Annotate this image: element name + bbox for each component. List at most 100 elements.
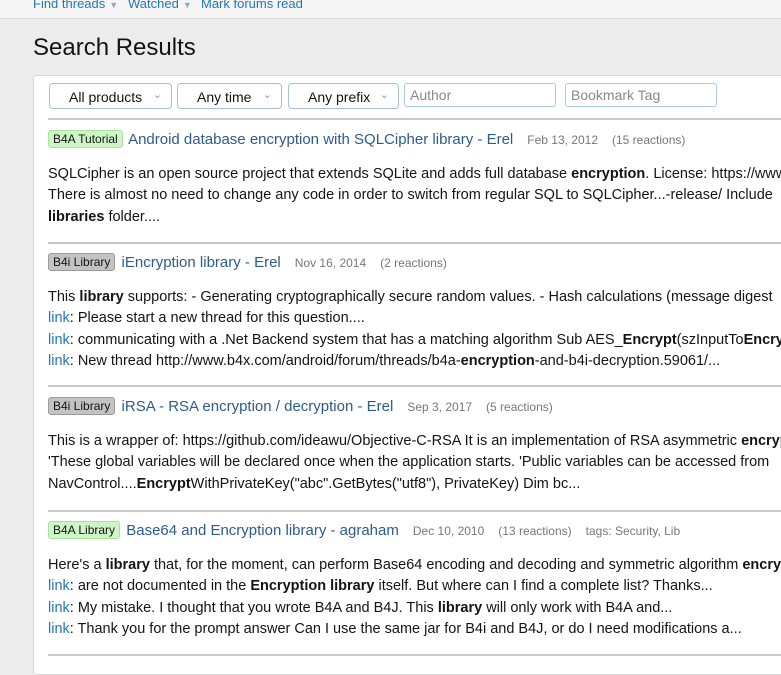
snippet-text: itself. But where can I find a complete … [374, 578, 713, 595]
find-threads-label: Find threads [33, 0, 106, 11]
result-reactions: (5 reactions) [486, 400, 553, 414]
prefix-filter-label: Any prefix [308, 89, 371, 105]
divider [48, 242, 781, 244]
prefix-filter[interactable]: Any prefix ⌄ [288, 83, 399, 109]
snippet-text: 'These global variables will be declared… [48, 454, 770, 471]
snippet-text: This is a wrapper of: https://github.com… [48, 433, 742, 449]
page-title: Search Results [33, 34, 196, 61]
highlight-term: library [105, 557, 150, 573]
result-title-row: B4i Library iRSA - RSA encryption / decr… [48, 397, 781, 417]
snippet-link[interactable]: link [48, 353, 70, 369]
snippet-text: : are not documented in the [69, 578, 251, 595]
divider [48, 385, 781, 387]
time-filter[interactable]: Any time ⌄ [177, 83, 282, 109]
snippet-line: link: are not documented in the Encrypti… [48, 576, 781, 597]
author-input[interactable]: Author [404, 83, 556, 107]
search-result: B4A Library Base64 and Encryption librar… [48, 521, 781, 640]
snippet-text: : Thank you for the prompt answer Can I … [69, 620, 742, 637]
highlight-term: library [437, 599, 483, 616]
result-reactions: (2 reactions) [380, 256, 447, 270]
divider [48, 510, 781, 512]
snippet-line: This library supports: - Generating cryp… [48, 287, 781, 308]
snippet-text: -and-b4i-decryption.59061/... [534, 352, 721, 369]
snippet-line: link: Thank you for the prompt answer Ca… [48, 619, 781, 640]
snippet-text: will only work with B4A and... [482, 599, 673, 616]
products-filter-label: All products [69, 89, 143, 105]
snippet-link[interactable]: link [48, 578, 70, 594]
result-title-row: B4i Library iEncryption library - Erel No… [48, 253, 781, 273]
snippet-line: link: New thread http://www.b4x.com/andr… [48, 351, 781, 372]
snippet-line: This is a wrapper of: https://github.com… [48, 431, 781, 452]
snippet-text: This [48, 289, 80, 305]
snippet-line: link: Please start a new thread for this… [48, 308, 781, 329]
results-panel: All products ⌄ Any time ⌄ Any prefix ⌄ Auth… [33, 75, 781, 675]
divider [48, 118, 781, 120]
prefix-badge[interactable]: B4i Library [48, 397, 116, 415]
snippet-line: link: My mistake. I thought that you wro… [48, 598, 781, 619]
caret-down-icon: ▼ [109, 0, 119, 10]
snippet-text: folder.... [104, 208, 161, 225]
result-date: Feb 13, 2012 [527, 133, 598, 147]
highlight-term: Encrypt [136, 475, 191, 492]
snippet-text: supports: - Generating cryptographically… [123, 289, 773, 305]
snippet-text: : My mistake. I thought that you wrote B… [69, 599, 438, 616]
snippet-text: WithPrivateKey("abc".GetBytes("utf8"), P… [190, 475, 581, 492]
result-snippet: This library supports: - Generating cryp… [48, 287, 781, 372]
snippet-line: NavControl....EncryptWithPrivateKey("abc… [48, 474, 781, 495]
snippet-link[interactable]: link [48, 621, 70, 637]
snippet-link[interactable]: link [48, 310, 70, 326]
snippet-text: SQLCipher is an open source project that… [48, 166, 572, 182]
search-result: B4i Library iEncryption library - Erel No… [48, 253, 781, 372]
prefix-badge[interactable]: B4A Library [48, 521, 121, 539]
highlight-term: Encrypt [622, 331, 677, 348]
search-result: B4i Library iRSA - RSA encryption / decr… [48, 397, 781, 495]
snippet-line: 'These global variables will be declared… [48, 452, 781, 473]
result-title-link[interactable]: Android database encryption with SQLCiph… [128, 131, 513, 148]
snippet-text: . License: https://www.zetetic.net/sqlci… [645, 166, 781, 182]
result-snippet: This is a wrapper of: https://github.com… [48, 431, 781, 495]
result-title-row: B4A Library Base64 and Encryption librar… [48, 521, 781, 541]
snippet-text: that, for the moment, can perform Base64… [149, 557, 743, 573]
snippet-line: SQLCipher is an open source project that… [48, 164, 781, 185]
snippet-link[interactable]: link [48, 332, 70, 348]
snippet-line: libraries folder.... [48, 207, 781, 228]
highlight-term: encryption [742, 557, 781, 573]
result-title-row: B4A Tutorial Android database encryption… [48, 130, 781, 150]
find-threads-link[interactable]: Find threads ▼ [33, 0, 118, 11]
prefix-badge[interactable]: B4i Library [48, 253, 116, 271]
snippet-text: Here's a [48, 557, 106, 573]
snippet-text: : New thread http://www.b4x.com/android/… [69, 352, 461, 369]
highlight-term: library [79, 289, 124, 305]
chevron-down-icon: ⌄ [262, 89, 272, 101]
result-date: Dec 10, 2010 [412, 524, 485, 538]
result-snippet: Here's a library that, for the moment, c… [48, 555, 781, 640]
result-title-link[interactable]: Base64 and Encryption library - agraham [126, 522, 399, 539]
mark-forums-read-link[interactable]: Mark forums read [201, 0, 303, 11]
highlight-term: libraries [48, 208, 105, 225]
products-filter[interactable]: All products ⌄ [49, 83, 172, 109]
highlight-term: Encrypt [743, 331, 781, 348]
result-title-link[interactable]: iRSA - RSA encryption / decryption - Ere… [122, 398, 394, 415]
snippet-line: link: communicating with a .Net Backend … [48, 330, 781, 351]
chevron-down-icon: ⌄ [379, 89, 389, 101]
prefix-badge[interactable]: B4A Tutorial [48, 130, 123, 148]
watched-link[interactable]: Watched ▼ [128, 0, 192, 11]
result-tags[interactable]: tags: Security, Lib [586, 524, 681, 538]
bookmark-tag-input[interactable]: Bookmark Tag [565, 83, 717, 107]
highlight-term: encryption [571, 166, 646, 182]
highlight-term: encryption [460, 352, 535, 369]
result-date: Nov 16, 2014 [294, 256, 367, 270]
highlight-term: encryption [741, 433, 781, 449]
result-reactions: (15 reactions) [612, 133, 686, 147]
snippet-text: There is almost no need to change any co… [48, 187, 773, 204]
result-title-link[interactable]: iEncryption library - Erel [122, 254, 281, 271]
snippet-line: Here's a library that, for the moment, c… [48, 555, 781, 576]
snippet-text: (szInputTo [676, 331, 744, 348]
caret-down-icon: ▼ [182, 0, 192, 10]
result-date: Sep 3, 2017 [407, 400, 473, 414]
watched-label: Watched [128, 0, 179, 11]
divider [48, 654, 781, 656]
snippet-text: : Please start a new thread for this que… [69, 310, 365, 327]
snippet-text: : communicating with a .Net Backend syst… [69, 331, 623, 348]
snippet-link[interactable]: link [48, 600, 70, 616]
